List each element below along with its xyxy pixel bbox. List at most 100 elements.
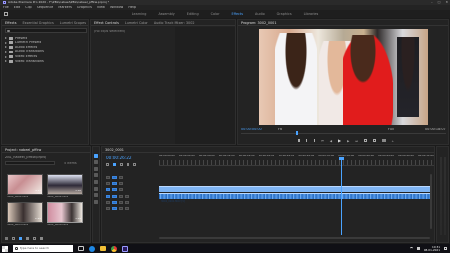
playhead-handle[interactable] bbox=[339, 157, 344, 160]
source-patch-a1[interactable] bbox=[106, 194, 110, 199]
program-monitor-title[interactable]: Program: 3002_0001 bbox=[241, 21, 276, 25]
timeline-timecode[interactable]: 00:00:26:22 bbox=[106, 156, 132, 160]
mute-icon[interactable] bbox=[119, 206, 123, 211]
go-to-in-icon[interactable]: ⏮ bbox=[321, 139, 324, 143]
program-scrub-bar[interactable] bbox=[241, 133, 446, 134]
minimize-icon[interactable]: – bbox=[431, 0, 433, 4]
wifi-icon[interactable] bbox=[409, 247, 413, 250]
eye-icon[interactable] bbox=[119, 181, 123, 186]
extract-icon[interactable] bbox=[373, 139, 377, 142]
menu-file[interactable]: File bbox=[3, 6, 9, 9]
project-panel-title[interactable]: Project: nabeel_pffkw bbox=[5, 148, 41, 152]
play-icon[interactable]: ▶ bbox=[338, 138, 341, 143]
mute-icon[interactable] bbox=[119, 200, 123, 205]
pencil-icon[interactable] bbox=[5, 237, 8, 240]
export-frame-icon[interactable] bbox=[382, 139, 386, 142]
maximize-icon[interactable]: □ bbox=[438, 0, 441, 4]
wrench-icon[interactable] bbox=[133, 163, 136, 166]
track-target-v3[interactable]: V3 bbox=[112, 175, 117, 180]
tab-effects[interactable]: Effects bbox=[5, 21, 17, 25]
timeline-ruler[interactable]: 00:00:00:00 00:00:04:00 00:00:08:00 00:0… bbox=[159, 154, 434, 166]
go-to-out-icon[interactable]: ⏭ bbox=[355, 139, 358, 143]
edge-icon[interactable] bbox=[89, 245, 95, 252]
project-search-input[interactable] bbox=[5, 161, 55, 165]
selection-tool-icon[interactable] bbox=[94, 153, 98, 158]
eye-icon[interactable] bbox=[119, 175, 123, 180]
premiere-taskbar-icon[interactable] bbox=[122, 245, 128, 252]
menu-help[interactable]: Help bbox=[128, 6, 136, 9]
chrome-icon[interactable] bbox=[111, 245, 117, 252]
linked-selection-icon[interactable] bbox=[120, 163, 123, 166]
workspace-effects[interactable]: Effects bbox=[231, 12, 243, 16]
timeline-vertical-scrollbar[interactable] bbox=[430, 174, 432, 229]
nest-icon[interactable] bbox=[106, 163, 109, 166]
task-view-icon[interactable] bbox=[78, 246, 84, 251]
project-thumb-1[interactable]: 4:13 bbox=[7, 174, 43, 195]
timeline-sequence-tab[interactable]: 3002_0001 bbox=[105, 148, 124, 152]
type-tool-icon[interactable] bbox=[94, 199, 98, 204]
file-explorer-icon[interactable] bbox=[100, 246, 106, 251]
effects-search-input[interactable] bbox=[5, 28, 87, 33]
step-forward-icon[interactable]: ▶ bbox=[347, 139, 349, 143]
new-bin-icon[interactable] bbox=[26, 237, 29, 240]
tab-essential-graphics[interactable]: Essential Graphics bbox=[23, 21, 54, 25]
workspace-audio[interactable]: Audio bbox=[255, 12, 265, 16]
track-target-a3[interactable]: A3 bbox=[112, 206, 117, 211]
lock-icon[interactable] bbox=[106, 175, 110, 180]
button-editor-icon[interactable]: + bbox=[392, 139, 395, 143]
home-icon[interactable] bbox=[4, 12, 8, 16]
audio-clip[interactable] bbox=[159, 193, 430, 199]
mark-in-icon[interactable] bbox=[306, 139, 308, 142]
workspace-editing[interactable]: Editing bbox=[187, 12, 199, 16]
workspace-learning[interactable]: Learning bbox=[132, 12, 147, 16]
menu-sequence[interactable]: Sequence bbox=[37, 6, 54, 9]
workspace-assembly[interactable]: Assembly bbox=[158, 12, 174, 16]
lock-icon[interactable] bbox=[106, 200, 110, 205]
timeline-horizontal-scrollbar[interactable] bbox=[159, 237, 430, 239]
folder-video-transitions[interactable]: Video Transitions bbox=[5, 59, 85, 64]
tab-audio-track-mixer[interactable]: Audio Track Mixer: 3002 bbox=[154, 21, 195, 25]
track-select-tool-icon[interactable] bbox=[94, 160, 98, 165]
track-v1-header[interactable]: V1 bbox=[102, 186, 123, 193]
hand-tool-icon[interactable] bbox=[94, 193, 98, 198]
lock-icon[interactable] bbox=[106, 206, 110, 211]
track-target-a1[interactable]: A1 bbox=[112, 194, 117, 199]
timeline-playhead[interactable] bbox=[341, 157, 342, 235]
close-icon[interactable]: ✕ bbox=[445, 0, 448, 4]
add-marker-icon[interactable] bbox=[127, 163, 129, 166]
fit-dropdown[interactable]: Fit bbox=[278, 128, 282, 131]
volume-icon[interactable] bbox=[416, 247, 420, 250]
program-playhead[interactable] bbox=[296, 131, 298, 135]
video-clip[interactable]: 3002_0001.MOV [V] bbox=[159, 186, 430, 203]
track-target-a2[interactable]: A2 bbox=[112, 200, 117, 205]
project-thumb-3[interactable]: 2:22 bbox=[7, 202, 43, 223]
tab-lumetri-scopes[interactable]: Lumetri Scopes bbox=[60, 21, 86, 25]
workspace-libraries[interactable]: Libraries bbox=[304, 12, 319, 16]
notifications-icon[interactable] bbox=[444, 247, 447, 250]
eye-icon[interactable] bbox=[119, 187, 123, 192]
ripple-edit-tool-icon[interactable] bbox=[94, 166, 98, 171]
track-target-v2[interactable]: V2 bbox=[112, 181, 117, 186]
lock-icon[interactable] bbox=[106, 181, 110, 186]
lift-icon[interactable] bbox=[364, 139, 368, 142]
menu-view[interactable]: View bbox=[97, 6, 105, 9]
list-view-icon[interactable] bbox=[12, 237, 15, 240]
track-a3-header[interactable]: A3 bbox=[102, 205, 129, 212]
menu-markers[interactable]: Markers bbox=[58, 6, 72, 9]
menu-clip[interactable]: Clip bbox=[25, 6, 31, 9]
new-item-icon[interactable] bbox=[33, 237, 36, 240]
project-thumb-4[interactable]: 5:01 bbox=[47, 202, 83, 223]
mute-icon[interactable] bbox=[119, 194, 123, 199]
workspace-graphics[interactable]: Graphics bbox=[277, 12, 292, 16]
track-target-v1[interactable]: V1 bbox=[112, 187, 117, 192]
slip-tool-icon[interactable] bbox=[94, 179, 98, 184]
menu-edit[interactable]: Edit bbox=[14, 6, 21, 9]
step-back-icon[interactable]: ◀ bbox=[330, 139, 332, 143]
marker-icon[interactable] bbox=[298, 139, 300, 142]
snap-icon[interactable] bbox=[113, 163, 116, 166]
windows-start-icon[interactable] bbox=[2, 245, 8, 252]
menu-window[interactable]: Window bbox=[110, 6, 123, 9]
icon-view-icon[interactable] bbox=[19, 237, 22, 240]
pen-tool-icon[interactable] bbox=[94, 186, 98, 191]
mark-out-icon[interactable] bbox=[314, 139, 315, 142]
